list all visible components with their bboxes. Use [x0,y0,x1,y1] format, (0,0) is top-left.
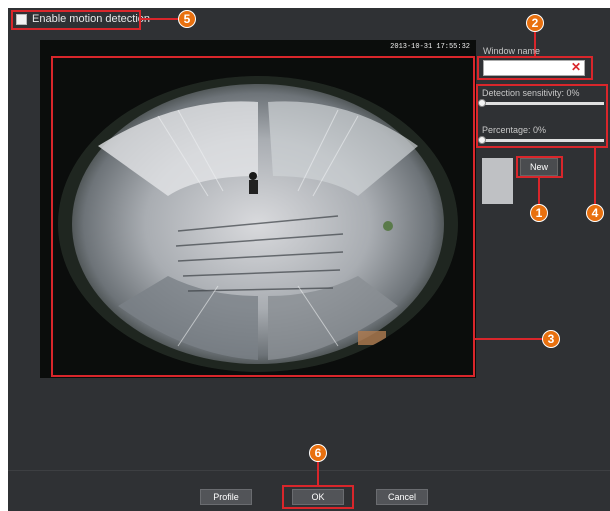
callout-badge-5: 5 [178,10,196,28]
window-preview [482,158,513,204]
video-timestamp: 2013-10-31 17:55:32 [390,43,470,51]
callout-badge-4: 4 [586,204,604,222]
callout-box-5 [11,10,141,30]
callout-box-1 [516,156,563,178]
callout-badge-3: 3 [542,330,560,348]
window-name-label: Window name [483,46,541,56]
callout-box-3 [51,56,475,377]
callout-box-2 [477,56,593,80]
callout-box-4 [476,84,608,148]
cancel-button[interactable]: Cancel [376,489,428,505]
callout-badge-1: 1 [530,204,548,222]
callout-line-4 [594,148,596,206]
callout-badge-6: 6 [309,444,327,462]
callout-line-1 [538,178,540,206]
callout-line-6 [317,460,319,485]
callout-line-5 [141,18,179,20]
callout-badge-2: 2 [526,14,544,32]
callout-line-3 [475,338,543,340]
profile-button[interactable]: Profile [200,489,252,505]
callout-box-6 [282,485,354,509]
